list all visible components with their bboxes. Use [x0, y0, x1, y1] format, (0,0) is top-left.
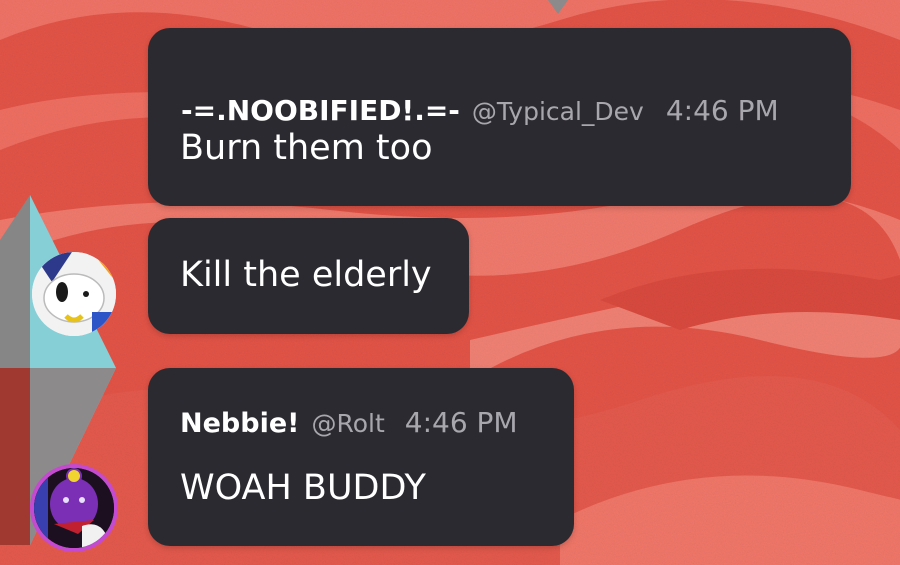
message-timestamp: 4:46 PM — [404, 406, 518, 439]
purple-character-avatar-icon[interactable] — [30, 464, 118, 552]
author-name[interactable]: Nebbie! — [180, 408, 299, 439]
message-bubble[interactable]: Nebbie! @Rolt 4:46 PM WOAH BUDDY — [148, 368, 574, 546]
message-header: -=.NOOBIFIED!.=- @Typical_Dev 4:46 PM — [181, 94, 779, 127]
message-header: Nebbie! @Rolt 4:46 PM — [180, 406, 518, 439]
author-name[interactable]: -=.NOOBIFIED!.=- — [181, 94, 460, 127]
message-bubble[interactable]: Kill the elderly — [148, 218, 469, 334]
message-text: WOAH BUDDY — [180, 468, 426, 508]
message-bubble[interactable]: -=.NOOBIFIED!.=- @Typical_Dev 4:46 PM Bu… — [148, 28, 851, 206]
author-handle: @Typical_Dev — [471, 97, 644, 126]
message-text: Burn them too — [180, 128, 433, 168]
message-timestamp: 4:46 PM — [665, 94, 779, 127]
message-text: Kill the elderly — [180, 255, 432, 295]
cartoon-dog-avatar-icon[interactable] — [32, 252, 116, 336]
author-handle: @Rolt — [311, 409, 385, 438]
